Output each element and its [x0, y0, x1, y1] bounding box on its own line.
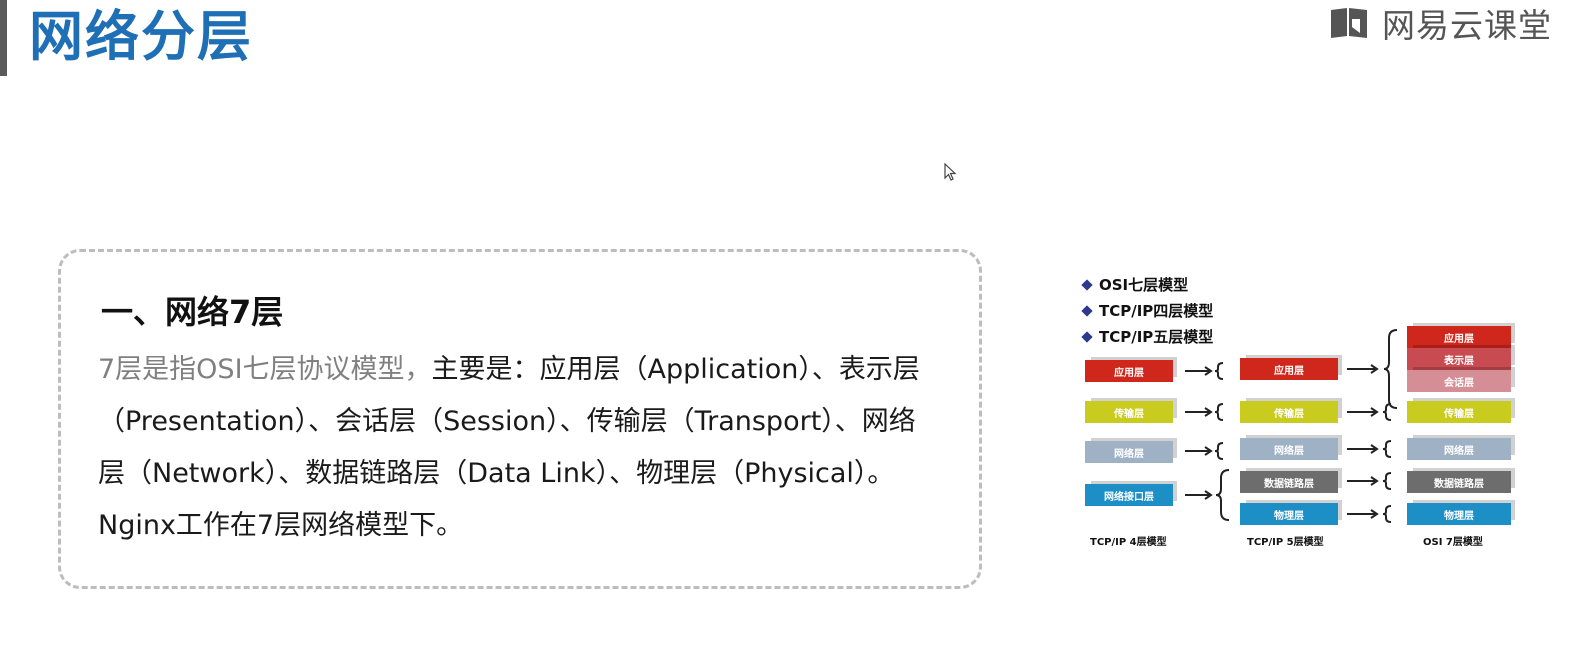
legend-label: OSI七层模型 [1099, 276, 1189, 294]
section-lead-text: 7层是指OSI七层协议模型， [98, 354, 432, 385]
section-body: 7层是指OSI七层协议模型，主要是：应用层（Application）、表示层（P… [98, 344, 940, 552]
osi7-datalink-layer: 数据链路层 [1407, 471, 1511, 493]
content-card: 一、网络7层 7层是指OSI七层协议模型，主要是：应用层（Application… [58, 249, 982, 589]
osi7-session-layer: 会话层 [1407, 370, 1511, 392]
tcpip5-datalink-layer: 数据链路层 [1240, 471, 1338, 493]
osi7-application-layer: 应用层 [1407, 326, 1511, 348]
caption-tcpip4: TCP/IP 4层模型 [1090, 537, 1167, 548]
tcpip5-application-layer: 应用层 [1240, 358, 1338, 380]
tcpip5-physical-layer: 物理层 [1240, 503, 1338, 525]
tcpip4-network-layer: 网络层 [1085, 441, 1173, 463]
diamond-bullet-icon [1081, 330, 1093, 343]
legend-item: TCP/IP四层模型 [1081, 300, 1214, 321]
legend-item: OSI七层模型 [1081, 274, 1189, 295]
book-icon [1331, 8, 1367, 38]
diamond-bullet-icon [1081, 304, 1093, 317]
tcpip4-application-layer: 应用层 [1085, 360, 1173, 382]
title-accent-bar [0, 0, 7, 76]
tcpip5-network-layer: 网络层 [1240, 438, 1338, 460]
legend-item: TCP/IP五层模型 [1081, 326, 1214, 347]
page-title: 网络分层 [29, 5, 253, 68]
brand-logo: 网易云课堂 [1328, 4, 1552, 45]
brand-name: 网易云课堂 [1382, 6, 1552, 45]
legend-label: TCP/IP五层模型 [1099, 328, 1214, 346]
connector-arrows-4-to-5 [1185, 362, 1230, 521]
connector-arrows-5-to-7 [1347, 329, 1398, 523]
diamond-bullet-icon [1081, 278, 1093, 291]
osi7-physical-layer: 物理层 [1407, 503, 1511, 525]
tcpip4-transport-layer: 传输层 [1085, 401, 1173, 423]
caption-tcpip5: TCP/IP 5层模型 [1247, 537, 1324, 548]
tcpip4-network-interface-layer: 网络接口层 [1085, 484, 1173, 506]
mouse-cursor-icon [944, 163, 957, 181]
section-heading: 一、网络7层 [101, 293, 284, 331]
osi7-transport-layer: 传输层 [1407, 401, 1511, 423]
legend-label: TCP/IP四层模型 [1099, 302, 1214, 320]
network-layer-diagram: OSI七层模型 TCP/IP四层模型 TCP/IP五层模型 应用层 传输层 网络… [1075, 268, 1523, 558]
osi7-network-layer: 网络层 [1407, 438, 1511, 460]
tcpip5-transport-layer: 传输层 [1240, 401, 1338, 423]
caption-osi7: OSI 7层模型 [1423, 537, 1483, 548]
osi7-presentation-layer: 表示层 [1407, 348, 1511, 370]
